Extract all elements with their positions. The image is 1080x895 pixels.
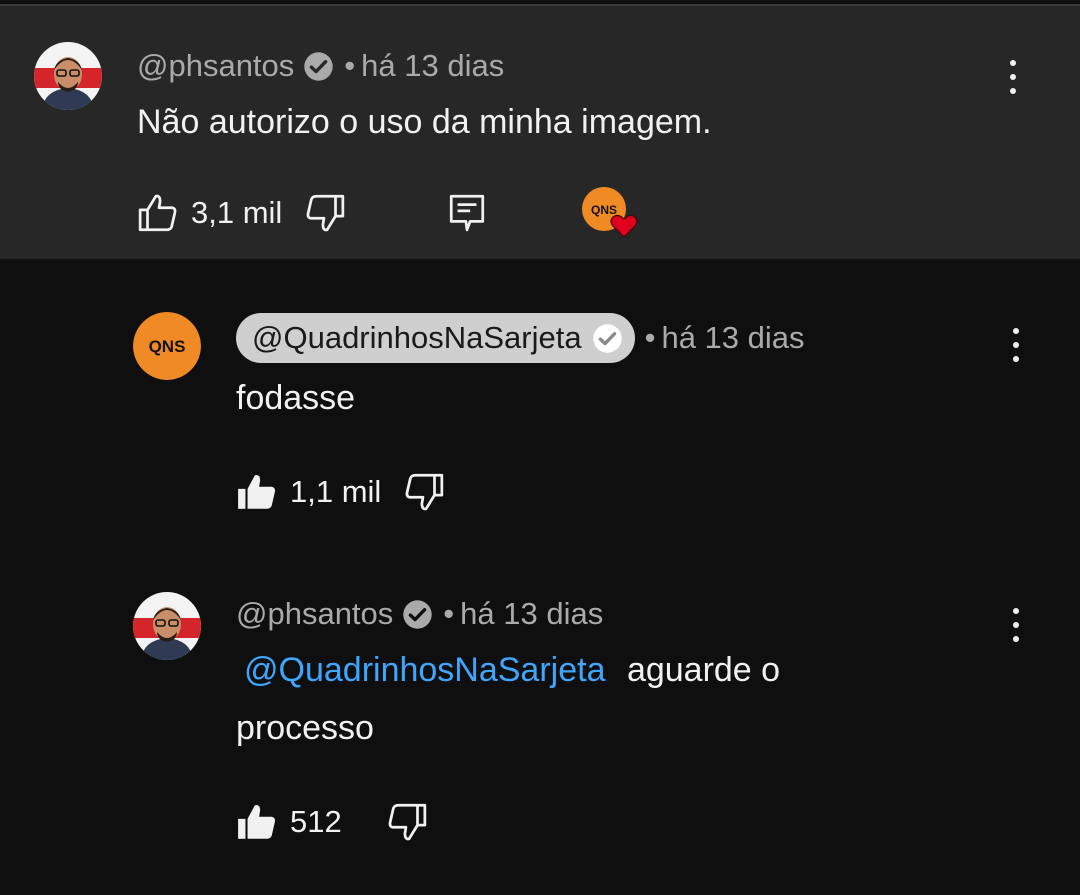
comment-time[interactable]: há 13 dias bbox=[361, 48, 504, 84]
verified-icon bbox=[592, 323, 623, 354]
reply-icon[interactable] bbox=[446, 192, 488, 234]
person-avatar-icon bbox=[34, 42, 102, 110]
verified-icon bbox=[402, 599, 433, 630]
reply-text: fodasse bbox=[236, 379, 356, 417]
reply-time[interactable]: há 13 dias bbox=[661, 320, 804, 356]
highlighted-author-chip[interactable]: @QuadrinhosNaSarjeta bbox=[236, 313, 635, 363]
more-options-icon[interactable] bbox=[1007, 60, 1017, 96]
thumbs-up-filled-icon[interactable] bbox=[236, 801, 278, 843]
more-options-icon[interactable] bbox=[1010, 608, 1020, 644]
reply-text-line1: aguarde o bbox=[626, 651, 781, 689]
reply-actions: 1,1 mil bbox=[236, 470, 445, 514]
like-count: 1,1 mil bbox=[290, 474, 382, 509]
thumbs-down-icon[interactable] bbox=[403, 471, 445, 513]
verified-icon bbox=[303, 51, 334, 82]
reply-text: @QuadrinhosNaSarjeta aguarde o bbox=[236, 642, 780, 698]
thumbs-up-icon[interactable] bbox=[137, 192, 179, 234]
mention-link[interactable]: @QuadrinhosNaSarjeta bbox=[244, 651, 605, 689]
creator-heart-icon: QNS bbox=[580, 185, 642, 245]
phsantos-avatar[interactable] bbox=[34, 42, 102, 110]
comment-text: Não autorizo o uso da minha imagem. bbox=[137, 103, 712, 141]
separator-dot: • bbox=[443, 596, 455, 631]
like-count: 512 bbox=[290, 804, 342, 839]
highlighted-comment: @phsantos • há 13 dias Não autorizo o us… bbox=[0, 6, 1080, 259]
like-count: 3,1 mil bbox=[191, 195, 283, 230]
thumbs-up-filled-icon[interactable] bbox=[236, 471, 278, 513]
reply-actions: 512 bbox=[236, 800, 428, 844]
separator-dot: • bbox=[644, 320, 656, 355]
svg-text:QNS: QNS bbox=[149, 337, 186, 356]
reply-meta: @phsantos • há 13 dias bbox=[236, 592, 603, 636]
qns-avatar[interactable]: QNS bbox=[133, 312, 201, 380]
reply-text-line2: processo bbox=[236, 709, 374, 747]
reply-author[interactable]: @phsantos bbox=[236, 596, 393, 632]
comment-author[interactable]: @phsantos bbox=[137, 48, 294, 84]
comment-meta: @phsantos • há 13 dias bbox=[137, 44, 504, 88]
reply-meta: @QuadrinhosNaSarjeta • há 13 dias bbox=[236, 313, 805, 363]
more-options-icon[interactable] bbox=[1010, 328, 1020, 364]
separator-dot: • bbox=[344, 48, 356, 83]
reply-author: @QuadrinhosNaSarjeta bbox=[252, 320, 582, 355]
thumbs-down-icon[interactable] bbox=[386, 801, 428, 843]
phsantos-avatar[interactable] bbox=[133, 592, 201, 660]
comment-actions: 3,1 mil QNS bbox=[137, 187, 642, 238]
reply-time[interactable]: há 13 dias bbox=[460, 596, 603, 632]
svg-text:QNS: QNS bbox=[591, 203, 617, 217]
thumbs-down-icon[interactable] bbox=[304, 192, 346, 234]
